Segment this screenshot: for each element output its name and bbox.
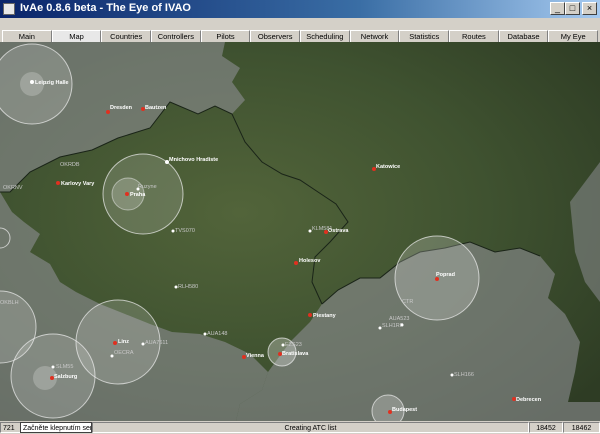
city-label: Linz (118, 339, 129, 345)
status-hint-button[interactable]: Začněte klepnutím sem... (20, 422, 92, 433)
waypoint-label: EZS23 (285, 342, 302, 348)
city-marker[interactable]: Debrecen (512, 397, 542, 403)
waypoint-label: AUA148 (207, 331, 228, 337)
waypoint-label: SLH1RP (382, 323, 404, 329)
city-marker[interactable]: Mnichovo Hradiste (165, 157, 218, 164)
waypoint-marker[interactable]: KLM581 (308, 226, 333, 233)
city-marker[interactable]: Holesov (294, 258, 321, 265)
waypoint-label: TVS070 (175, 228, 195, 234)
waypoint-marker[interactable]: AUA148 (203, 331, 228, 337)
waypoint-label: OKRDB (60, 162, 80, 168)
status-value-1: 18452 (529, 422, 563, 433)
tab-bar: Main Map Countries Controllers Pilots Observe… (0, 18, 600, 43)
status-message: Creating ATC list (92, 422, 529, 433)
city-marker[interactable]: Salzburg (50, 374, 77, 380)
city-label: Debrecen (516, 397, 542, 403)
waypoint-label: AUA7611 (145, 340, 168, 346)
waypoint-label: SLM55 (56, 364, 73, 370)
waypoint-label: SLH166 (454, 372, 474, 378)
window-title: IvAe 0.8.6 beta - The Eye of IVAO (20, 2, 191, 14)
city-label: Salzburg (54, 374, 77, 380)
city-label: Katowice (376, 164, 400, 170)
city-label: Holesov (299, 258, 321, 264)
city-label: Vienna (246, 353, 265, 359)
status-count: 721 (0, 422, 21, 433)
title-bar: IvAe 0.8.6 beta - The Eye of IVAO _ □ × (0, 0, 600, 18)
city-label: Ruzyne (138, 184, 157, 190)
city-marker[interactable]: Bratislava (278, 351, 309, 357)
map-canvas[interactable]: Leipzig Halle Dresden Bautzen Mnichovo H… (0, 42, 600, 421)
maximize-button[interactable]: □ (565, 2, 580, 15)
app-icon (3, 3, 15, 15)
waypoint-marker[interactable]: TVS070 (171, 228, 195, 234)
city-marker[interactable]: Bautzen (141, 105, 167, 111)
city-marker[interactable]: Leipzig Halle (30, 80, 69, 86)
city-label: Leipzig Halle (35, 80, 69, 86)
waypoint-label: OKBLH (0, 300, 19, 306)
status-value-2: 18462 (563, 422, 600, 433)
city-label: Dresden (110, 105, 133, 111)
waypoint-marker[interactable]: RLH580 (174, 284, 199, 290)
city-marker[interactable]: Budapest (388, 407, 417, 414)
city-label: Bratislava (282, 351, 309, 357)
city-marker[interactable]: Karlovy Vary (56, 181, 95, 187)
waypoint-label: RLH580 (178, 284, 198, 290)
waypoint-marker[interactable]: SLH166 (450, 372, 474, 378)
map-view[interactable]: Leipzig Halle Dresden Bautzen Mnichovo H… (0, 42, 600, 421)
city-label: Bautzen (145, 105, 167, 111)
city-label: Karlovy Vary (61, 181, 95, 187)
city-marker[interactable]: Katowice (372, 164, 400, 171)
waypoint-label: AUA523 (389, 316, 410, 322)
city-label: Poprad (436, 272, 455, 278)
city-label: Piestany (313, 313, 337, 319)
waypoint-label: CTR (402, 299, 413, 305)
waypoint-marker[interactable]: EZS23 (281, 342, 302, 348)
city-marker[interactable]: Ruzyne (136, 184, 157, 191)
waypoint-marker[interactable]: SLH1RP (378, 323, 404, 330)
city-label: Praha (130, 192, 146, 198)
waypoint-label: OKRNV (3, 185, 23, 191)
status-bar: 721 Začněte klepnutím sem... Creating AT… (0, 421, 600, 434)
city-label: Budapest (392, 407, 417, 413)
waypoint-marker[interactable]: AUA7611 (141, 340, 169, 346)
waypoint-label: KLM581 (312, 226, 333, 232)
city-marker[interactable]: Vienna (242, 353, 265, 359)
minimize-button[interactable]: _ (550, 2, 565, 15)
waypoint-label: OECRA (114, 350, 134, 356)
close-button[interactable]: × (582, 2, 597, 15)
city-marker[interactable]: Piestany (308, 313, 337, 319)
city-label: Mnichovo Hradiste (169, 157, 218, 163)
